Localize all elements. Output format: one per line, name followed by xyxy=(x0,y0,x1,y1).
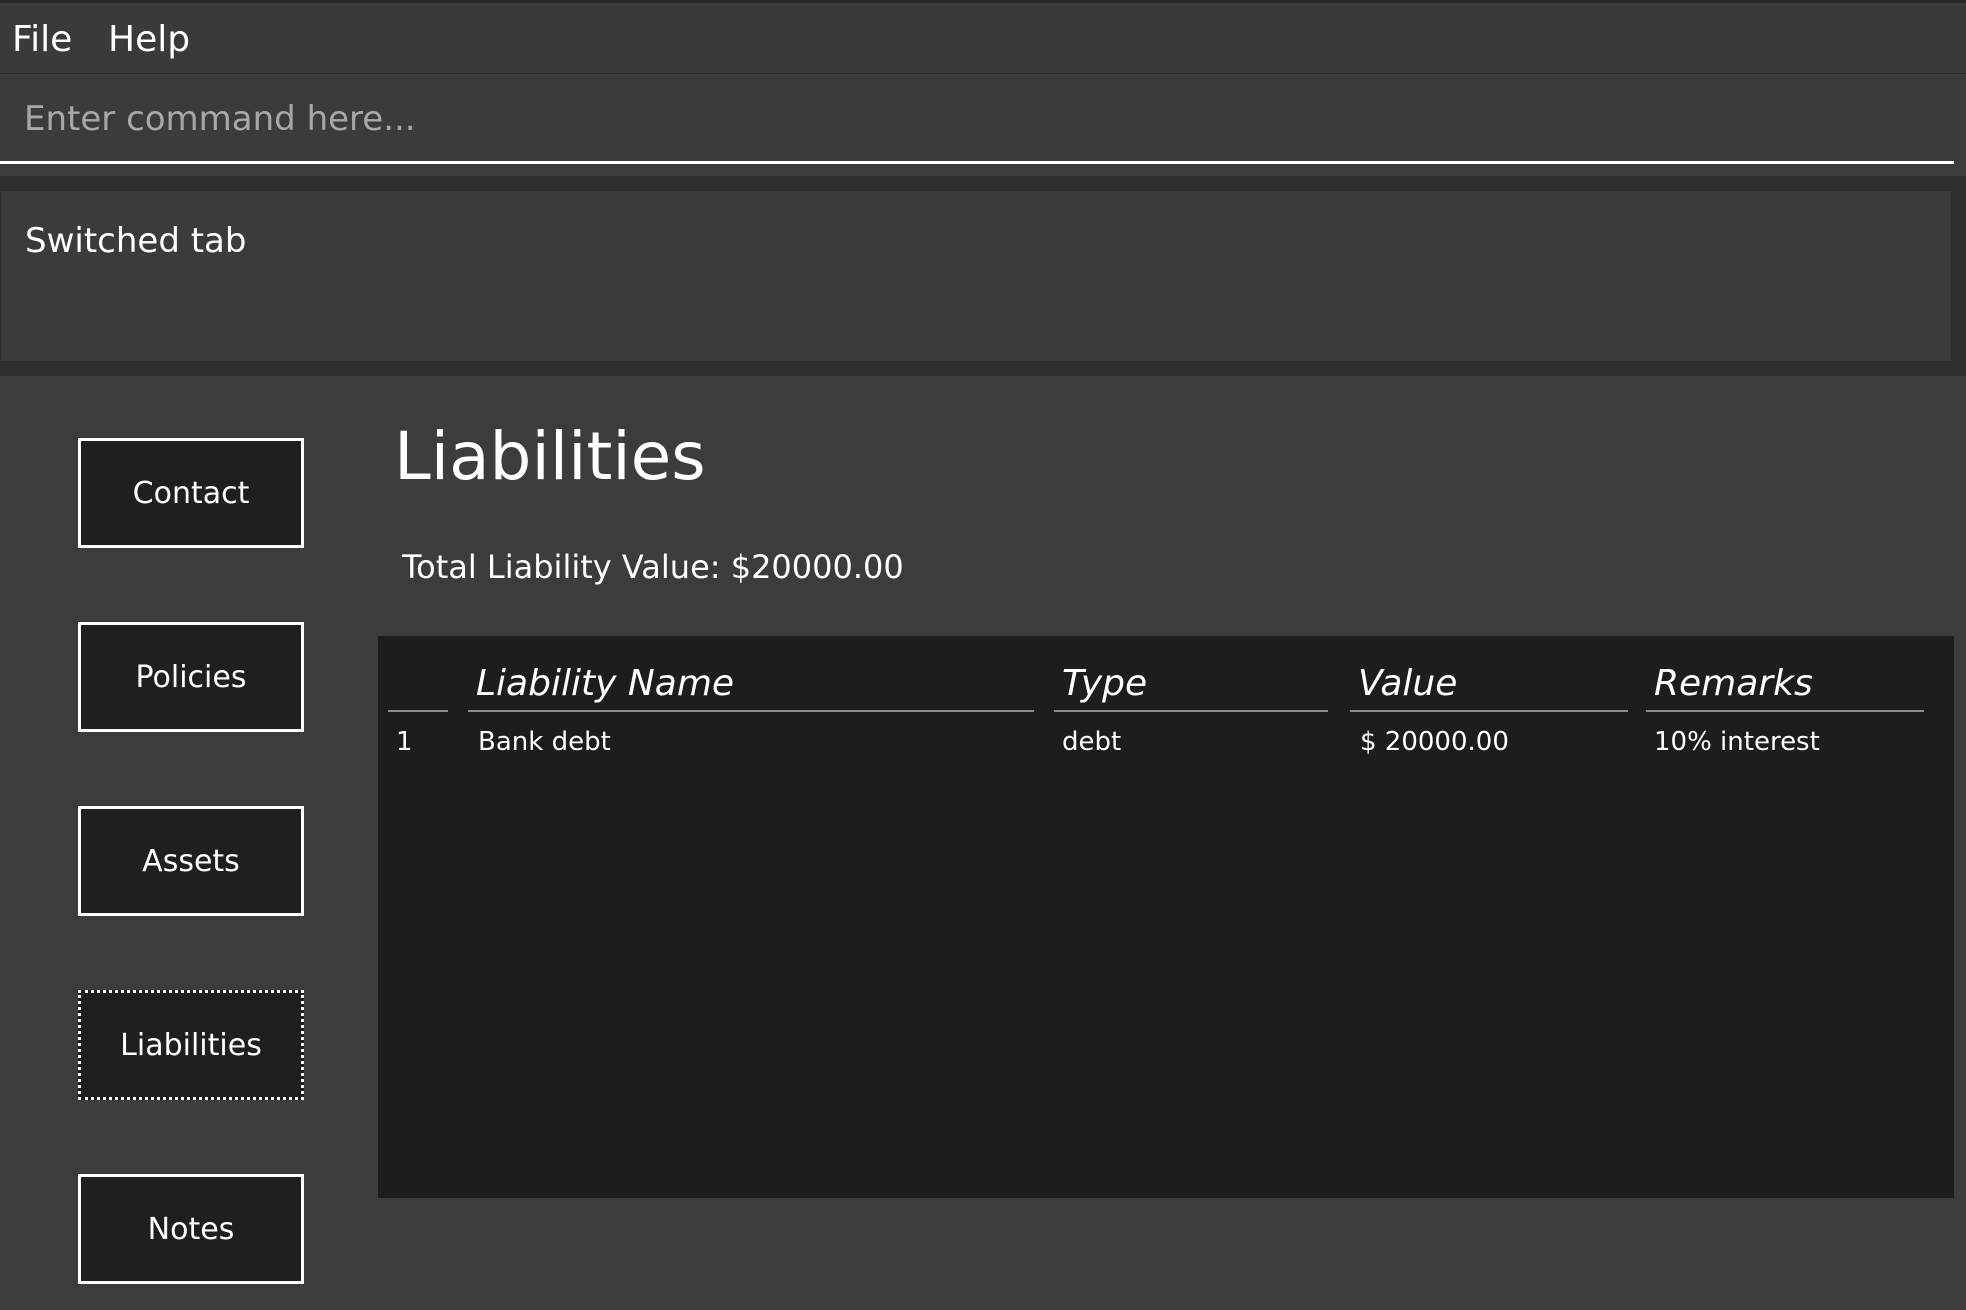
cell-value: $ 20000.00 xyxy=(1360,727,1509,757)
tab-policies-label: Policies xyxy=(135,659,247,695)
column-header-value[interactable]: Value xyxy=(1350,656,1628,712)
app-window: File Help Switched tab Contact Policies … xyxy=(0,0,1966,1310)
tab-contact-label: Contact xyxy=(132,475,250,511)
column-header-type[interactable]: Type xyxy=(1054,656,1328,712)
liabilities-table: Liability Name Type Value Remarks 1 Bank… xyxy=(378,636,1954,1198)
cell-type: debt xyxy=(1062,727,1122,757)
menu-file[interactable]: File xyxy=(12,15,72,65)
tab-liabilities-label: Liabilities xyxy=(120,1027,262,1063)
result-display-box: Switched tab xyxy=(0,190,1952,362)
total-liability-value: Total Liability Value: $20000.00 xyxy=(402,548,904,586)
menu-bar: File Help xyxy=(0,0,1966,74)
cell-index: 1 xyxy=(396,727,413,757)
result-display-area: Switched tab xyxy=(0,176,1966,376)
result-message: Switched tab xyxy=(25,221,247,261)
tab-liabilities[interactable]: Liabilities xyxy=(78,990,304,1100)
tab-contact[interactable]: Contact xyxy=(78,438,304,548)
menu-help[interactable]: Help xyxy=(108,15,190,65)
command-box xyxy=(0,76,1954,164)
cell-liability-name: Bank debt xyxy=(478,727,611,757)
command-input[interactable] xyxy=(12,84,1936,154)
cell-remarks: 10% interest xyxy=(1654,727,1820,757)
column-header-remarks[interactable]: Remarks xyxy=(1646,656,1924,712)
tab-assets-label: Assets xyxy=(142,843,240,879)
tab-notes-label: Notes xyxy=(147,1211,235,1247)
tab-notes[interactable]: Notes xyxy=(78,1174,304,1284)
column-header-index[interactable] xyxy=(388,656,448,712)
column-header-liability-name[interactable]: Liability Name xyxy=(468,656,1034,712)
tab-assets[interactable]: Assets xyxy=(78,806,304,916)
page-title: Liabilities xyxy=(394,418,706,495)
tab-policies[interactable]: Policies xyxy=(78,622,304,732)
